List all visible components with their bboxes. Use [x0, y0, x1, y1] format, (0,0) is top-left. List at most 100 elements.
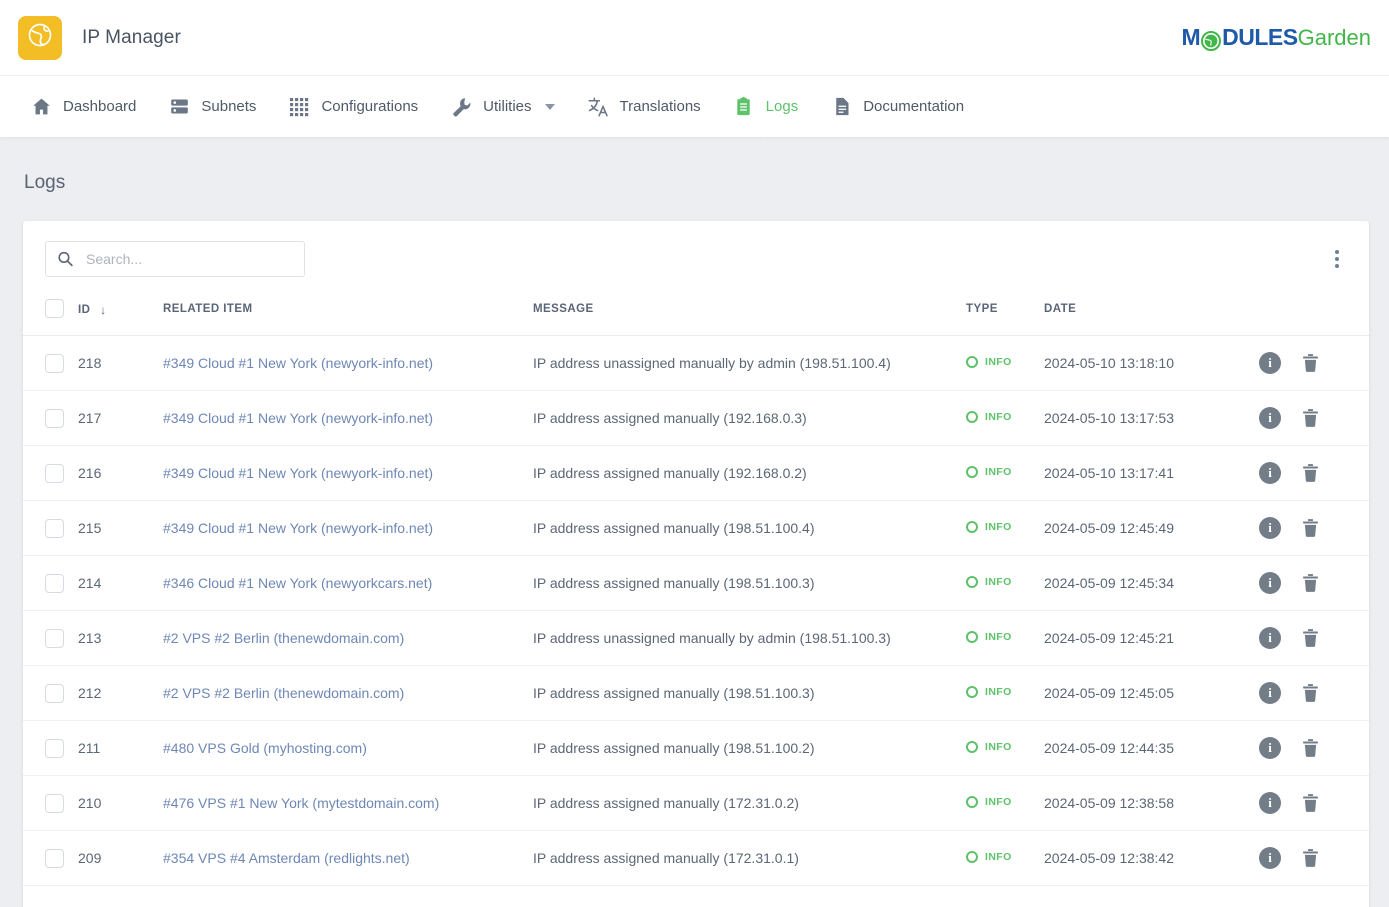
- status-badge: INFO: [966, 631, 1012, 643]
- info-icon[interactable]: i: [1259, 627, 1281, 649]
- kebab-menu-icon[interactable]: [1327, 244, 1347, 274]
- status-ring-icon: [966, 796, 978, 808]
- table-row: 212 #2 VPS #2 Berlin (thenewdomain.com) IP…: [23, 665, 1369, 721]
- related-item-link[interactable]: #349 Cloud #1 New York (newyork-info.net…: [163, 520, 433, 536]
- row-checkbox[interactable]: [45, 683, 64, 703]
- nav-label-documentation: Documentation: [863, 98, 965, 115]
- cell-message: IP address assigned manually (192.168.0.…: [533, 390, 966, 446]
- cell-type: INFO: [966, 610, 1044, 666]
- trash-icon[interactable]: [1301, 573, 1320, 593]
- status-badge: INFO: [966, 466, 1012, 478]
- trash-icon[interactable]: [1301, 463, 1320, 483]
- column-header-type[interactable]: TYPE: [966, 295, 1044, 336]
- cell-id: 214: [78, 555, 163, 611]
- page-size-option-all[interactable]: ∞: [1307, 900, 1347, 907]
- row-select-cell: [23, 445, 78, 501]
- cell-id: 216: [78, 445, 163, 501]
- trash-icon[interactable]: [1301, 518, 1320, 538]
- info-icon[interactable]: i: [1259, 847, 1281, 869]
- search-input[interactable]: [45, 241, 305, 277]
- page-size-option-100[interactable]: 100: [1267, 902, 1307, 907]
- column-header-id[interactable]: ID ↓: [78, 295, 163, 336]
- related-item-link[interactable]: #349 Cloud #1 New York (newyork-info.net…: [163, 410, 433, 426]
- trash-icon[interactable]: [1301, 628, 1320, 648]
- cell-date: 2024-05-09 12:45:21: [1044, 610, 1259, 666]
- page-size-option-5[interactable]: 5: [1107, 902, 1147, 907]
- related-item-link[interactable]: #349 Cloud #1 New York (newyork-info.net…: [163, 465, 433, 481]
- page-size-option-50[interactable]: 50: [1227, 902, 1267, 907]
- info-icon[interactable]: i: [1259, 462, 1281, 484]
- trash-icon[interactable]: [1301, 793, 1320, 813]
- trash-icon[interactable]: [1301, 683, 1320, 703]
- table-footer: 123...22 5102050100∞: [23, 886, 1369, 907]
- related-item-link[interactable]: #346 Cloud #1 New York (newyorkcars.net): [163, 575, 432, 591]
- nav-item-documentation[interactable]: Documentation: [814, 76, 980, 138]
- related-item-link[interactable]: #2 VPS #2 Berlin (thenewdomain.com): [163, 685, 404, 701]
- info-icon[interactable]: i: [1259, 792, 1281, 814]
- row-checkbox[interactable]: [45, 628, 64, 648]
- page-size-option-20[interactable]: 20: [1187, 902, 1227, 907]
- row-checkbox[interactable]: [45, 353, 64, 373]
- nav-item-subnets[interactable]: Subnets: [152, 76, 272, 138]
- related-item-link[interactable]: #480 VPS Gold (myhosting.com): [163, 740, 367, 756]
- select-all-checkbox[interactable]: [45, 299, 64, 318]
- main-navigation: Dashboard Subnets Configurations Utiliti…: [0, 75, 1389, 137]
- row-select-cell: [23, 720, 78, 776]
- status-badge-label: INFO: [985, 796, 1012, 808]
- related-item-link[interactable]: #349 Cloud #1 New York (newyork-info.net…: [163, 355, 433, 371]
- row-checkbox[interactable]: [45, 518, 64, 538]
- related-item-link[interactable]: #2 VPS #2 Berlin (thenewdomain.com): [163, 630, 404, 646]
- status-badge: INFO: [966, 796, 1012, 808]
- info-icon[interactable]: i: [1259, 517, 1281, 539]
- cell-date: 2024-05-09 12:38:42: [1044, 830, 1259, 886]
- app-title: IP Manager: [82, 26, 181, 48]
- row-select-cell: [23, 610, 78, 666]
- table-row: 215 #349 Cloud #1 New York (newyork-info.…: [23, 500, 1369, 556]
- nav-item-utilities[interactable]: Utilities: [434, 76, 570, 138]
- logs-table: ID ↓ RELATED ITEM MESSAGE TYPE DATE 218 #…: [23, 295, 1369, 886]
- column-header-actions: [1259, 295, 1369, 336]
- info-icon[interactable]: i: [1259, 407, 1281, 429]
- select-all-header: [23, 295, 78, 336]
- row-checkbox[interactable]: [45, 573, 64, 593]
- page-size-option-10[interactable]: 10: [1147, 902, 1187, 907]
- pagination-page-2[interactable]: 2: [103, 902, 135, 907]
- column-header-related-item[interactable]: RELATED ITEM: [163, 295, 533, 336]
- column-header-message[interactable]: MESSAGE: [533, 295, 966, 336]
- table-row: 213 #2 VPS #2 Berlin (thenewdomain.com) IP…: [23, 610, 1369, 666]
- related-item-link[interactable]: #476 VPS #1 New York (mytestdomain.com): [163, 795, 439, 811]
- cell-message: IP address assigned manually (198.51.100…: [533, 665, 966, 721]
- cell-date: 2024-05-09 12:45:49: [1044, 500, 1259, 556]
- trash-icon[interactable]: [1301, 353, 1320, 373]
- trash-icon[interactable]: [1301, 848, 1320, 868]
- row-select-cell: [23, 500, 78, 556]
- status-badge: INFO: [966, 741, 1012, 753]
- trash-icon[interactable]: [1301, 738, 1320, 758]
- pagination-page-3[interactable]: 3: [135, 902, 167, 907]
- row-checkbox[interactable]: [45, 463, 64, 483]
- row-checkbox[interactable]: [45, 848, 64, 868]
- nav-item-translations[interactable]: Translations: [571, 76, 717, 138]
- nav-item-logs[interactable]: Logs: [717, 76, 815, 138]
- info-icon[interactable]: i: [1259, 352, 1281, 374]
- modulesgarden-logo: M DULES Garden: [1181, 24, 1371, 51]
- info-icon[interactable]: i: [1259, 572, 1281, 594]
- row-checkbox[interactable]: [45, 408, 64, 428]
- row-checkbox[interactable]: [45, 793, 64, 813]
- pagination-page-22[interactable]: 22: [199, 902, 231, 907]
- cell-type: INFO: [966, 445, 1044, 501]
- trash-icon[interactable]: [1301, 408, 1320, 428]
- column-header-date[interactable]: DATE: [1044, 295, 1259, 336]
- info-icon[interactable]: i: [1259, 682, 1281, 704]
- nav-item-configurations[interactable]: Configurations: [272, 76, 434, 138]
- table-row: 218 #349 Cloud #1 New York (newyork-info.…: [23, 335, 1369, 391]
- info-icon[interactable]: i: [1259, 737, 1281, 759]
- related-item-link[interactable]: #354 VPS #4 Amsterdam (redlights.net): [163, 850, 410, 866]
- row-select-cell: [23, 390, 78, 446]
- nav-item-dashboard[interactable]: Dashboard: [14, 76, 152, 138]
- pagination-page-1[interactable]: 1: [71, 902, 103, 907]
- row-checkbox[interactable]: [45, 738, 64, 758]
- status-ring-icon: [966, 466, 978, 478]
- pagination-ellipsis: ...: [167, 902, 199, 907]
- status-badge-label: INFO: [985, 356, 1012, 368]
